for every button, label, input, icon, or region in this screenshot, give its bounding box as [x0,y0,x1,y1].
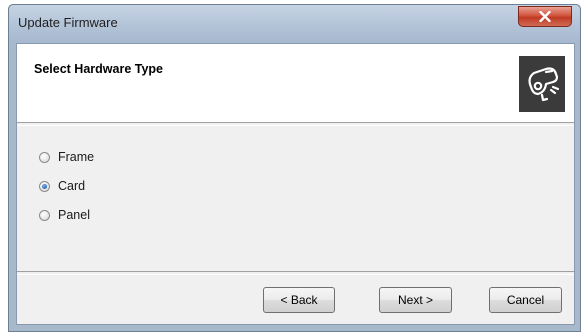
radio-button-frame[interactable] [39,151,50,163]
footer-divider [17,271,574,275]
page-title: Select Hardware Type [34,62,163,76]
radio-card[interactable]: Card [39,177,85,195]
radio-panel[interactable]: Panel [39,206,90,224]
header-divider [17,122,574,126]
cancel-button[interactable]: Cancel [489,287,562,313]
radio-button-card[interactable] [39,180,50,192]
radio-label-card: Card [58,179,86,193]
radio-frame[interactable]: Frame [39,148,94,166]
close-button[interactable] [518,6,572,27]
radio-label-panel: Panel [58,208,90,222]
title-bar[interactable]: Update Firmware [9,5,580,43]
dialog-client-area: Select Hardware Type Frame Card Panel < … [16,43,575,325]
window-title: Update Firmware [18,15,118,30]
wizard-header: Select Hardware Type [17,44,574,122]
radio-label-frame: Frame [58,150,95,164]
radio-button-panel[interactable] [39,209,50,221]
back-button[interactable]: < Back [263,287,335,313]
whistle-icon [519,56,565,112]
update-firmware-dialog: Update Firmware Select Hardware Type Fra… [8,4,581,332]
close-icon [539,11,551,22]
next-button[interactable]: Next > [379,287,452,313]
